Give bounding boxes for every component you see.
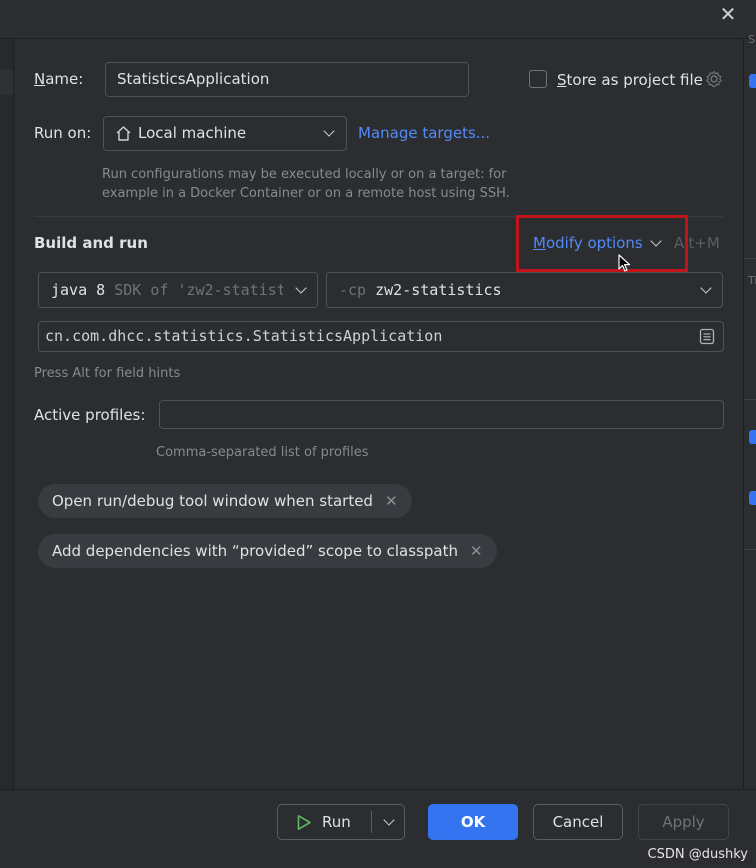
- option-chip-label: Add dependencies with “provided” scope t…: [52, 542, 458, 560]
- document-browse-icon[interactable]: [699, 328, 715, 345]
- run-on-label: Run on:: [34, 124, 92, 142]
- info-badge-icon: [749, 74, 756, 88]
- remove-option-icon[interactable]: ✕: [470, 542, 483, 560]
- option-chip-label: Open run/debug tool window when started: [52, 492, 373, 510]
- classpath-module-value: -cp zw2-statistics: [339, 281, 502, 299]
- active-profiles-input[interactable]: [159, 400, 724, 429]
- manage-targets-link[interactable]: Manage targets...: [358, 124, 490, 142]
- info-badge-icon: [749, 430, 756, 444]
- watermark-text: CSDN @dushky: [647, 847, 748, 862]
- background-divider: [744, 399, 756, 400]
- chevron-down-icon: [323, 125, 335, 137]
- active-profiles-label: Active profiles:: [34, 406, 146, 424]
- background-text-top: Su: [748, 33, 756, 46]
- mouse-cursor-icon: [618, 254, 631, 272]
- config-tree-selected-row[interactable]: [0, 69, 13, 95]
- gear-icon[interactable]: [705, 70, 723, 88]
- background-divider: [744, 258, 756, 259]
- store-project-label[interactable]: Store as project file: [557, 71, 703, 89]
- name-label: Name:: [34, 70, 84, 88]
- house-icon: [116, 126, 131, 141]
- run-on-value: Local machine: [138, 124, 247, 142]
- remove-option-icon[interactable]: ✕: [385, 492, 398, 510]
- run-button-label: Run: [322, 813, 351, 831]
- run-on-hint: Run configurations may be executed local…: [102, 167, 510, 201]
- background-divider: [744, 549, 756, 550]
- active-profiles-hint: Comma-separated list of profiles: [156, 445, 369, 460]
- run-on-dropdown[interactable]: Local machine: [103, 116, 347, 151]
- cancel-button[interactable]: Cancel: [533, 804, 623, 840]
- main-class-value: cn.com.dhcc.statistics.StatisticsApplica…: [45, 327, 443, 345]
- close-icon[interactable]: ✕: [718, 4, 738, 24]
- field-hints-text: Press Alt for field hints: [34, 366, 181, 381]
- jdk-dropdown[interactable]: java 8 SDK of 'zw2-statist: [38, 272, 318, 308]
- annotation-highlight-box: [516, 215, 688, 272]
- dialog-titlebar: [0, 0, 756, 39]
- main-class-input[interactable]: cn.com.dhcc.statistics.StatisticsApplica…: [38, 321, 724, 352]
- name-input[interactable]: StatisticsApplication: [105, 62, 469, 97]
- classpath-module-dropdown[interactable]: -cp zw2-statistics: [326, 272, 723, 308]
- name-input-value: StatisticsApplication: [117, 70, 270, 88]
- jdk-value: java 8 SDK of 'zw2-statist: [51, 281, 286, 299]
- build-run-heading: Build and run: [34, 234, 148, 252]
- run-button[interactable]: Run: [277, 804, 405, 840]
- config-tree-panel: [0, 39, 14, 789]
- ok-button[interactable]: OK: [428, 804, 518, 840]
- background-ide-panel: Su Ti: [743, 33, 756, 789]
- play-icon: [297, 814, 311, 830]
- option-chip: Add dependencies with “provided” scope t…: [38, 534, 497, 568]
- chevron-down-icon: [700, 282, 712, 294]
- run-options-chevron-icon[interactable]: [383, 814, 395, 826]
- option-chip: Open run/debug tool window when started …: [38, 484, 412, 518]
- info-badge-icon: [749, 491, 756, 505]
- apply-button[interactable]: Apply: [638, 804, 729, 840]
- background-text-mid: Ti: [748, 274, 756, 287]
- store-project-checkbox[interactable]: [529, 70, 547, 88]
